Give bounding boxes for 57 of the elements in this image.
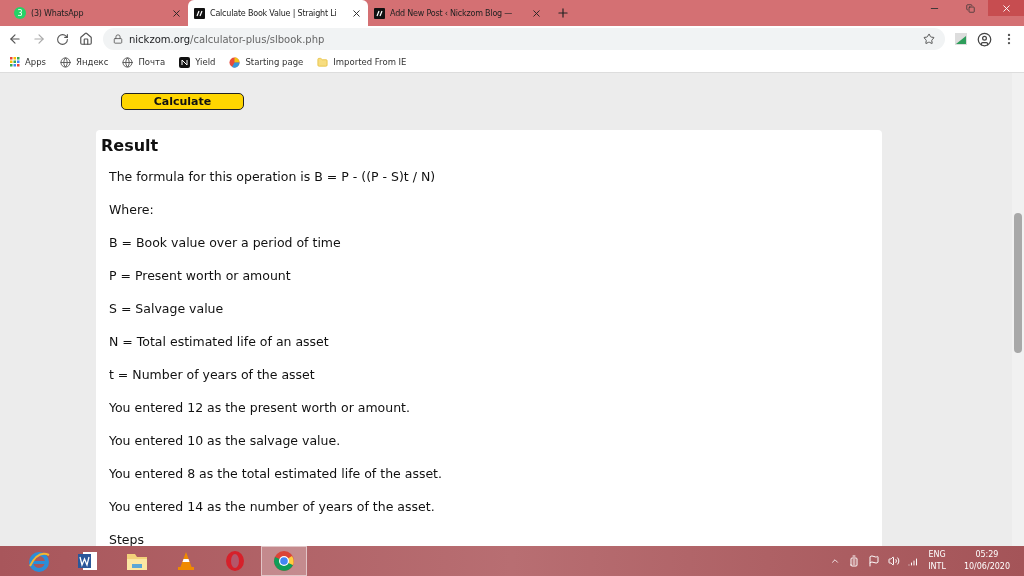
reload-icon[interactable] [56,32,69,46]
volume-icon[interactable] [888,555,901,567]
globe-icon [60,56,72,68]
globe-icon [122,56,134,68]
home-icon[interactable] [79,32,93,46]
clock-date: 10/06/2020 [963,561,1010,573]
language-text: ENG [928,549,946,561]
result-text: You entered 12 as the present worth or amount. [109,399,411,417]
bookmark[interactable]: Yield [179,56,216,68]
taskbar-app[interactable] [261,546,307,576]
flag-icon [868,555,881,567]
restore-icon[interactable] [965,3,975,13]
apps-grid-icon [10,57,20,67]
result-text: Steps [109,531,145,546]
folder-icon [317,56,329,68]
calculate-button[interactable]: Calculate [121,93,244,110]
result-text: t = Number of years of the asset [109,366,316,384]
scrollbar[interactable] [1012,73,1024,546]
back-icon[interactable] [8,32,22,46]
result-text: B = Book value over a period of time [109,234,342,252]
result-text: P = Present worth or amount [109,267,292,285]
bookmark[interactable]: Imported From IE [317,56,407,68]
opera-icon [224,550,246,572]
result-text: You entered 14 as the number of years of the asset. [109,498,436,516]
result-text: S = Salvage value [109,300,225,318]
result-text: Where: [109,201,155,219]
result-text: You entered 8 as the total estimated life of the asset. [109,465,443,483]
clock-time: 05:29 [975,549,999,561]
document-icon [77,550,99,572]
browser-tab[interactable]: Add New Post ‹ Nickzom Blog — [368,0,548,26]
address-bar[interactable]: nickzom.org/calculator-plus/slbook.php [103,28,945,50]
logo-icon [374,7,385,19]
logo-icon [194,7,205,19]
forward-icon[interactable] [32,32,46,46]
bookmark[interactable]: Apps [10,57,47,67]
result-text: The formula for this operation is B = P - ((P - S)t / N) [109,168,437,186]
browser-tab[interactable]: 3 (3) WhatsApp [8,0,188,26]
close-icon[interactable] [351,7,362,19]
browser-e-icon [28,550,50,572]
bookmark[interactable]: Почта [122,56,166,68]
result-heading: Result [101,136,160,155]
profile-icon[interactable] [977,31,992,47]
new-tab-icon[interactable] [556,6,570,20]
extension-icon[interactable] [955,33,967,45]
traffic-cone-icon [176,550,196,572]
bookmark[interactable]: Starting page [229,56,304,68]
close-button[interactable] [988,0,1024,16]
result-text: N = Total estimated life of an asset [109,333,330,351]
chat-icon: 3 [14,7,26,19]
ball-icon [229,56,241,68]
bookmark[interactable]: Яндекс [60,56,109,68]
result-text: You entered 10 as the salvage value. [109,432,342,450]
layout-text: INTL [928,561,946,573]
chrome-icon [273,550,295,572]
logo-icon [179,56,191,68]
browser-tab[interactable]: Calculate Book Value | Straight Li [188,0,368,26]
battery-icon [848,555,861,567]
